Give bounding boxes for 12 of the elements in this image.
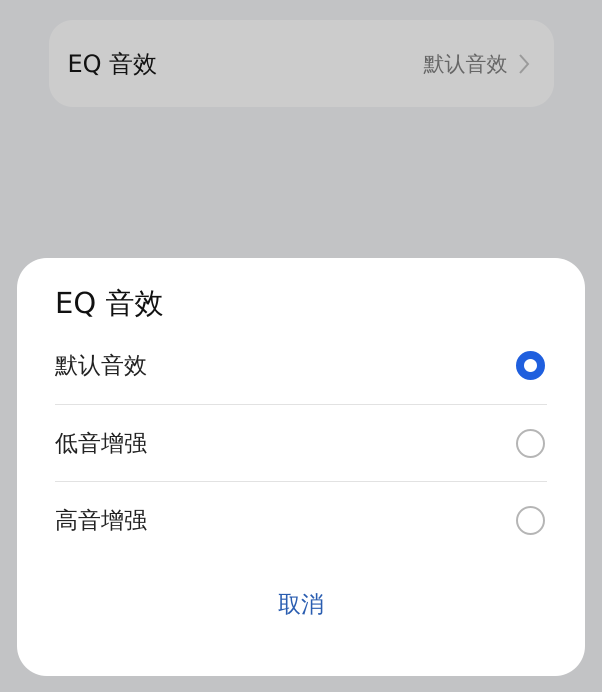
radio-button[interactable] (516, 428, 545, 458)
setting-value: 默认音效 (424, 50, 508, 78)
option-label[interactable]: 高音增强 (55, 504, 147, 536)
cancel-button[interactable]: 取消 (262, 583, 340, 626)
radio-button[interactable] (516, 506, 545, 534)
option-label[interactable]: 默认音效 (55, 350, 147, 380)
option-label[interactable]: 低音增强 (55, 428, 147, 458)
setting-row[interactable]: EQ 音效 默认音效 (48, 20, 554, 107)
setting-label: EQ 音效 (68, 48, 158, 80)
dialog-title: EQ 音效 (55, 285, 164, 322)
chevron-icon (518, 52, 530, 74)
radio-button[interactable] (516, 350, 545, 380)
